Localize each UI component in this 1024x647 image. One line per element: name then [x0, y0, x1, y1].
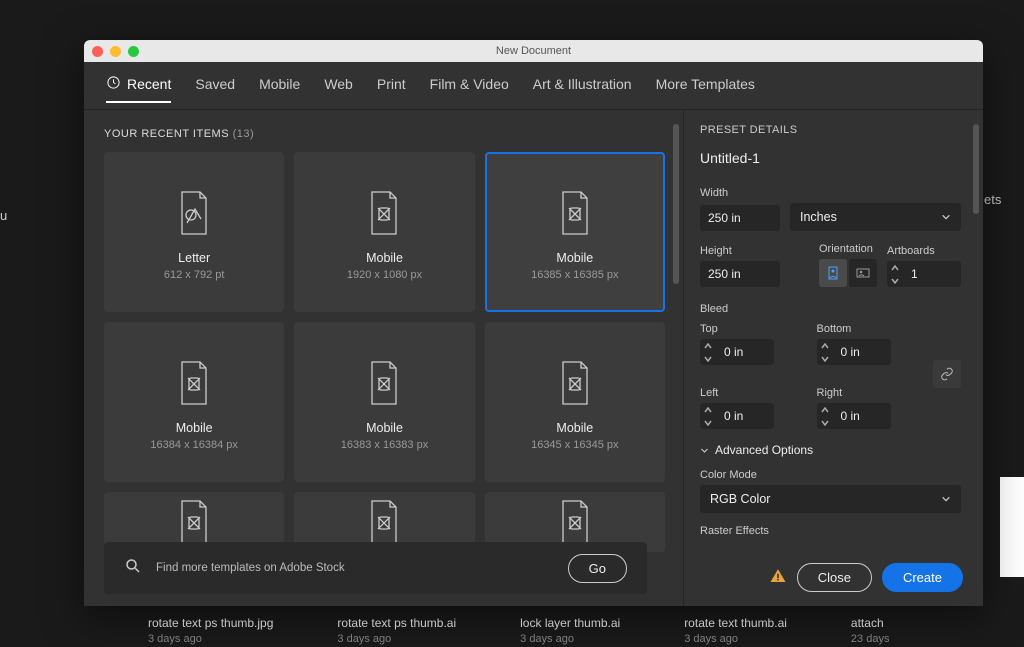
preset-dimensions: 16385 x 16385 px: [531, 269, 618, 281]
preset-name: Mobile: [366, 421, 403, 435]
preset-card[interactable]: Letter 612 x 792 pt: [104, 152, 284, 312]
scrollbar[interactable]: [673, 124, 679, 284]
tools-icon: [366, 353, 402, 413]
color-mode-select[interactable]: RGB Color: [700, 485, 961, 513]
bleed-left-input[interactable]: [716, 403, 774, 429]
tab-more-templates[interactable]: More Templates: [656, 76, 755, 96]
bleed-right-input[interactable]: [833, 403, 891, 429]
preset-dimensions: 16345 x 16345 px: [531, 439, 618, 451]
category-tabs: Recent Saved Mobile Web Print Film & Vid…: [84, 62, 983, 110]
preset-grid-panel: YOUR RECENT ITEMS (13) Letter 612 x 792 p…: [84, 110, 683, 606]
clock-icon: [106, 75, 121, 93]
bleed-top-label: Top: [700, 323, 807, 335]
preset-dimensions: 16383 x 16383 px: [341, 439, 428, 451]
raster-effects-label: Raster Effects: [700, 525, 961, 537]
truncated-label: ets: [984, 192, 1024, 212]
thumbnail-peek: [1000, 477, 1024, 577]
bleed-bottom-label: Bottom: [817, 323, 924, 335]
section-label: YOUR RECENT ITEMS (13): [104, 128, 665, 140]
artboards-stepper[interactable]: [887, 261, 903, 287]
preset-name: Mobile: [366, 251, 403, 265]
width-input[interactable]: [700, 205, 780, 231]
window-zoom-icon[interactable]: [128, 46, 139, 57]
orientation-label: Orientation: [819, 243, 877, 255]
preset-dimensions: 1920 x 1080 px: [347, 269, 422, 281]
preset-dimensions: 16384 x 16384 px: [150, 439, 237, 451]
height-input[interactable]: [700, 261, 780, 287]
tab-print[interactable]: Print: [377, 76, 406, 96]
bleed-bottom-stepper[interactable]: [817, 339, 833, 365]
search-icon: [124, 557, 142, 580]
preset-name: Letter: [178, 251, 210, 265]
scrollbar[interactable]: [973, 124, 979, 214]
advanced-options-toggle[interactable]: Advanced Options: [700, 443, 961, 457]
go-button[interactable]: Go: [568, 554, 627, 583]
document-name-input[interactable]: [700, 146, 961, 175]
bleed-right-stepper[interactable]: [817, 403, 833, 429]
bleed-label: Bleed: [700, 303, 961, 315]
tools-icon: [366, 183, 402, 243]
link-bleed-icon[interactable]: [933, 360, 961, 388]
create-button[interactable]: Create: [882, 563, 963, 592]
window-close-icon[interactable]: [92, 46, 103, 57]
preset-card[interactable]: Mobile 1920 x 1080 px: [294, 152, 474, 312]
preset-details-panel: PRESET DETAILS Width Inches Height Orien…: [683, 110, 983, 606]
tab-label: Recent: [127, 76, 171, 92]
warning-icon: [769, 567, 787, 588]
preset-details-heading: PRESET DETAILS: [700, 124, 961, 136]
orientation-portrait[interactable]: [819, 259, 847, 287]
titlebar: New Document: [84, 40, 983, 62]
page-icon: [176, 183, 212, 243]
preset-dimensions: 612 x 792 pt: [164, 269, 225, 281]
preset-name: Mobile: [556, 251, 593, 265]
bleed-right-label: Right: [817, 387, 924, 399]
color-mode-label: Color Mode: [700, 469, 961, 481]
artboards-input[interactable]: [903, 261, 961, 287]
background-recent-files: rotate text ps thumb.jpg3 days ago rotat…: [148, 616, 889, 645]
tab-web[interactable]: Web: [324, 76, 353, 96]
stock-search-placeholder[interactable]: Find more templates on Adobe Stock: [156, 562, 554, 574]
bleed-left-stepper[interactable]: [700, 403, 716, 429]
preset-card[interactable]: Mobile 16383 x 16383 px: [294, 322, 474, 482]
width-label: Width: [700, 187, 961, 199]
window-title: New Document: [496, 45, 571, 57]
preset-name: Mobile: [556, 421, 593, 435]
bleed-bottom-input[interactable]: [833, 339, 891, 365]
new-document-dialog: New Document Recent Saved Mobile Web Pri…: [84, 40, 983, 606]
tools-icon: [176, 353, 212, 413]
orientation-landscape[interactable]: [849, 259, 877, 287]
tab-saved[interactable]: Saved: [195, 76, 235, 96]
bleed-left-label: Left: [700, 387, 807, 399]
bleed-top-stepper[interactable]: [700, 339, 716, 365]
tab-recent[interactable]: Recent: [106, 75, 171, 103]
tab-film-video[interactable]: Film & Video: [430, 76, 509, 96]
tools-icon: [557, 183, 593, 243]
preset-card[interactable]: Mobile 16384 x 16384 px: [104, 322, 284, 482]
preset-card[interactable]: Mobile 16385 x 16385 px: [485, 152, 665, 312]
artboards-label: Artboards: [887, 245, 961, 257]
tab-art-illustration[interactable]: Art & Illustration: [533, 76, 632, 96]
height-label: Height: [700, 245, 809, 257]
stock-search-bar: Find more templates on Adobe Stock Go: [104, 542, 647, 594]
preset-name: Mobile: [176, 421, 213, 435]
truncated-label-left: u: [0, 208, 10, 223]
bleed-top-input[interactable]: [716, 339, 774, 365]
tab-mobile[interactable]: Mobile: [259, 76, 300, 96]
tools-icon: [557, 353, 593, 413]
close-button[interactable]: Close: [797, 563, 872, 592]
units-select[interactable]: Inches: [790, 203, 961, 231]
preset-card[interactable]: Mobile 16345 x 16345 px: [485, 322, 665, 482]
window-minimize-icon[interactable]: [110, 46, 121, 57]
